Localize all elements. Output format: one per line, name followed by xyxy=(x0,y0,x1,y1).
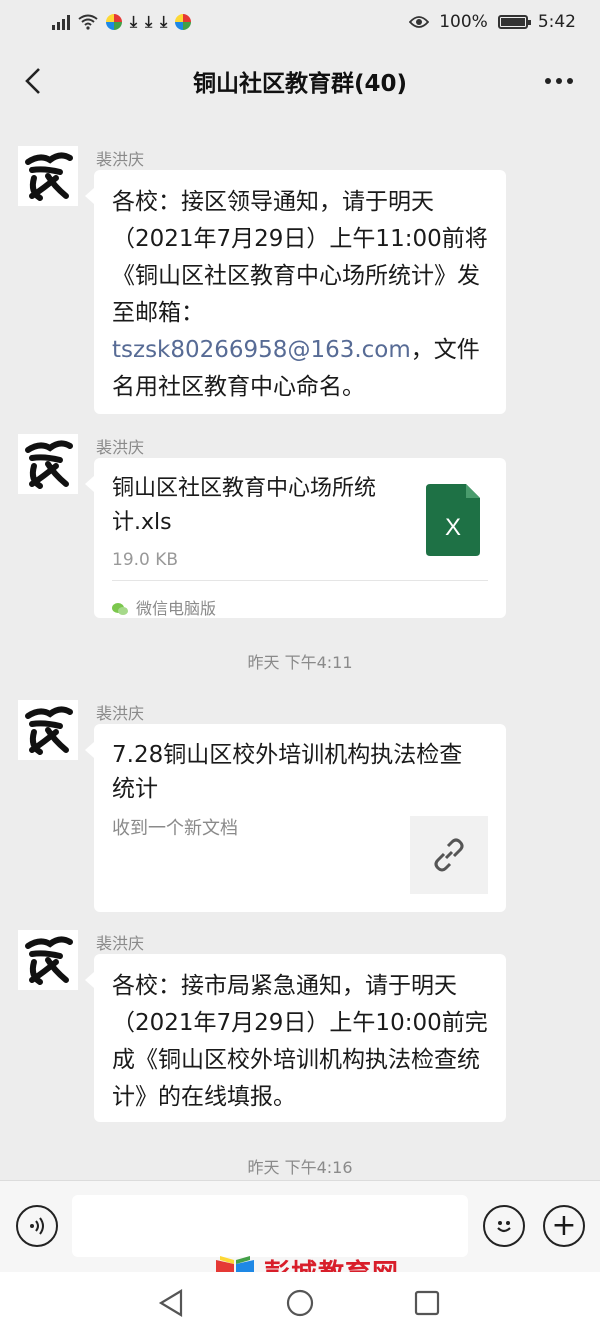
chat-messages: 裴洪庆 各校：接区领导通知，请于明天（2021年7月29日）上午11:00前将《… xyxy=(0,118,600,1180)
message-item: 裴洪庆 各校：接区领导通知，请于明天（2021年7月29日）上午11:00前将《… xyxy=(0,146,600,416)
status-time: 5:42 xyxy=(537,12,576,32)
more-dots-icon xyxy=(545,78,573,84)
status-right-icons: 100% 5:42 xyxy=(409,12,576,32)
app-notification-icon xyxy=(175,14,192,30)
voice-button[interactable] xyxy=(16,1205,58,1247)
calligraphy-avatar-icon xyxy=(25,706,73,755)
voice-icon xyxy=(30,1217,44,1235)
nav-home-button[interactable] xyxy=(283,1286,317,1320)
wifi-icon xyxy=(78,14,98,30)
message-text: 各校：接市局紧急通知，请于明天（2021年7月29日）上午10:00前完成《铜山… xyxy=(112,973,488,1110)
link-thumbnail xyxy=(410,816,488,894)
message-item: 裴洪庆 各校：接市局紧急通知，请于明天（2021年7月29日）上午10:00前完… xyxy=(0,930,600,1126)
message-text: 各校：接区领导通知，请于明天（2021年7月29日）上午11:00前将《铜山区社… xyxy=(112,189,488,326)
chat-title: 铜山社区教育群(40) xyxy=(192,71,408,97)
sender-name: 裴洪庆 xyxy=(96,438,145,457)
avatar[interactable] xyxy=(18,700,78,760)
status-left-icons: ⤓ ⤓ ⤓ xyxy=(52,12,192,31)
text-bubble[interactable]: 各校：接区领导通知，请于明天（2021年7月29日）上午11:00前将《铜山区社… xyxy=(85,170,506,414)
link-card[interactable]: 7.28铜山区校外培训机构执法检查统计 收到一个新文档 xyxy=(85,724,506,912)
status-bar: ⤓ ⤓ ⤓ 100% 5:42 xyxy=(0,0,600,44)
triangle-back-icon xyxy=(158,1289,183,1317)
eye-icon xyxy=(409,16,430,28)
timestamp: 昨天 下午4:11 xyxy=(247,653,353,672)
avatar[interactable] xyxy=(18,146,78,206)
divider xyxy=(112,580,488,581)
wechat-mini-icon xyxy=(112,602,128,615)
timestamp: 昨天 下午4:16 xyxy=(247,1158,353,1177)
message-item: 裴洪庆 7.28铜山区校外培训机构执法检查统计 收到一个新文档 xyxy=(0,700,600,912)
circle-home-icon xyxy=(286,1289,314,1317)
link-title: 7.28铜山区校外培训机构执法检查统计 xyxy=(112,742,463,802)
excel-file-icon: X xyxy=(426,484,480,556)
sender-name: 裴洪庆 xyxy=(96,704,145,723)
message-item: 裴洪庆 铜山区社区教育中心场所统计.xls 19.0 KB X 微信电脑版 xyxy=(0,434,600,618)
email-link[interactable]: tszsk80266958@163.com xyxy=(112,337,411,363)
sender-name: 裴洪庆 xyxy=(96,150,145,169)
file-name: 铜山区社区教育中心场所统计.xls xyxy=(112,476,377,535)
nav-recents-button[interactable] xyxy=(410,1286,444,1320)
link-icon xyxy=(434,838,464,872)
download-icon: ⤓ xyxy=(160,12,168,31)
file-source: 微信电脑版 xyxy=(112,590,216,627)
download-icon: ⤓ xyxy=(145,12,153,31)
sender-name: 裴洪庆 xyxy=(96,934,145,953)
title-bar: 铜山社区教育群(40) xyxy=(0,44,600,118)
signal-icon xyxy=(52,14,70,30)
more-options-button[interactable] xyxy=(542,66,576,96)
battery-percent: 100% xyxy=(439,12,488,32)
app-notification-icon xyxy=(106,14,122,30)
emoji-button[interactable] xyxy=(483,1205,525,1247)
back-button[interactable] xyxy=(16,64,50,98)
chevron-left-icon xyxy=(25,68,40,94)
plus-button[interactable]: + xyxy=(543,1205,585,1247)
battery-icon xyxy=(497,15,531,29)
message-input[interactable] xyxy=(72,1195,468,1257)
download-icon: ⤓ xyxy=(130,12,138,31)
calligraphy-avatar-icon xyxy=(25,440,73,489)
avatar[interactable] xyxy=(18,930,78,990)
calligraphy-avatar-icon xyxy=(25,152,73,201)
text-bubble[interactable]: 各校：接市局紧急通知，请于明天（2021年7月29日）上午10:00前完成《铜山… xyxy=(85,954,506,1122)
calligraphy-avatar-icon xyxy=(25,936,73,985)
nav-back-button[interactable] xyxy=(154,1286,188,1320)
emoji-icon xyxy=(497,1221,511,1233)
file-source-label: 微信电脑版 xyxy=(136,599,217,618)
square-recents-icon xyxy=(414,1290,440,1316)
navigation-bar xyxy=(0,1272,600,1333)
avatar[interactable] xyxy=(18,434,78,494)
file-card[interactable]: 铜山区社区教育中心场所统计.xls 19.0 KB X 微信电脑版 xyxy=(85,458,506,618)
excel-letter: X xyxy=(445,514,461,541)
plus-icon: + xyxy=(551,1208,577,1243)
